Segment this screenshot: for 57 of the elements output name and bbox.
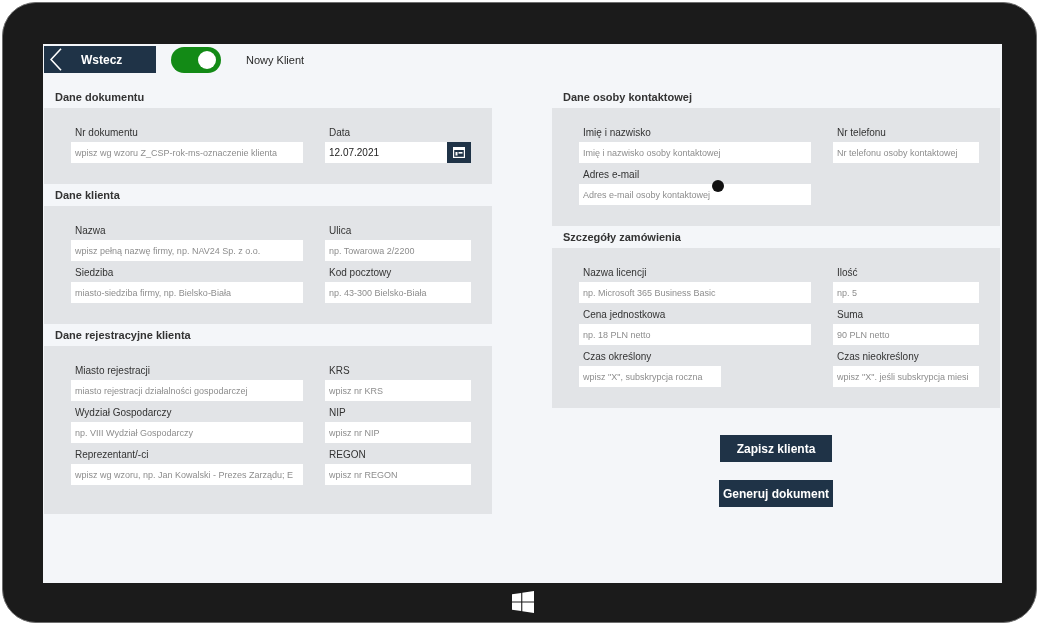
field-label: Siedziba [75,266,115,280]
field-label: Reprezentant/-ci [75,448,150,462]
text-field[interactable]: wpisz nr NIP [325,422,471,443]
text-field[interactable]: wpisz nr REGON [325,464,471,485]
field-label: Cena jednostkowa [583,308,667,322]
text-field[interactable]: np. Microsoft 365 Business Basic [579,282,811,303]
toggle-label: Nowy Klient [246,53,305,66]
touch-point-icon [712,180,724,192]
text-field[interactable]: wpisz wg wzoru, np. Jan Kowalski - Prezes Zarządu; E [71,464,303,485]
calendar-icon [453,147,465,158]
field-label: Miasto rejestracji [75,364,152,378]
text-field[interactable]: miasto-siedziba firmy, np. Bielsko-Biała [71,282,303,303]
section-title: Dane osoby kontaktowej [562,90,693,105]
field-label: Czas nieokreślony [837,350,920,364]
field-label: Nazwa [75,224,107,238]
calendar-button[interactable] [447,142,471,163]
field-label: Wydział Gospodarczy [75,406,173,420]
section-title: Dane klienta [54,188,121,203]
text-field[interactable]: np. VIII Wydział Gospodarczy [71,422,303,443]
field-label: Data [329,126,352,140]
text-field[interactable]: 90 PLN netto [833,324,979,345]
section-title: Dane rejestracyjne klienta [54,328,192,343]
text-field[interactable]: Adres e-mail osoby kontaktowej [579,184,811,205]
action-button[interactable]: Generuj dokument [719,480,833,507]
text-field[interactable]: wpisz "X". jeśli subskrypcja miesi [833,366,979,387]
section-title: Szczegóły zamówienia [562,230,682,245]
field-label: Nr telefonu [837,126,887,140]
field-label: Adres e-mail [583,168,641,182]
field-label: Nazwa licencji [583,266,648,280]
text-field[interactable]: Nr telefonu osoby kontaktowej [833,142,979,163]
text-field[interactable]: wpisz "X", subskrypcja roczna [579,366,721,387]
field-label: Imię i nazwisko [583,126,652,140]
field-label: Kod pocztowy [329,266,393,280]
back-button[interactable]: Wstecz [44,46,156,73]
field-label: Suma [837,308,865,322]
text-field[interactable]: wpisz nr KRS [325,380,471,401]
field-label: NIP [329,406,347,420]
field-label: Ilość [837,266,859,280]
text-field[interactable]: wpisz pełną nazwę firmy, np. NAV24 Sp. z o.o. [71,240,303,261]
text-field[interactable]: Imię i nazwisko osoby kontaktowej [579,142,811,163]
action-button[interactable]: Zapisz klienta [720,435,832,462]
field-label: KRS [329,364,351,378]
text-field[interactable]: np. 5 [833,282,979,303]
chevron-left-icon [50,48,62,71]
field-label: Nr dokumentu [75,126,139,140]
text-field[interactable]: wpisz wg wzoru Z_CSP-rok-ms-oznaczenie klienta [71,142,303,163]
text-field[interactable]: miasto rejestracji działalności gospodarczej [71,380,303,401]
text-field[interactable]: np. 43-300 Bielsko-Biała [325,282,471,303]
text-field[interactable]: np. 18 PLN netto [579,324,811,345]
field-label: Ulica [329,224,353,238]
field-label: Czas określony [583,350,653,364]
field-label: REGON [329,448,367,462]
date-field[interactable]: 12.07.2021 [325,142,447,163]
section-title: Dane dokumentu [54,90,146,105]
toggle-switch[interactable] [171,46,221,73]
text-field[interactable]: np. Towarowa 2/2200 [325,240,471,261]
four-panes-logo-icon[interactable] [511,590,534,613]
